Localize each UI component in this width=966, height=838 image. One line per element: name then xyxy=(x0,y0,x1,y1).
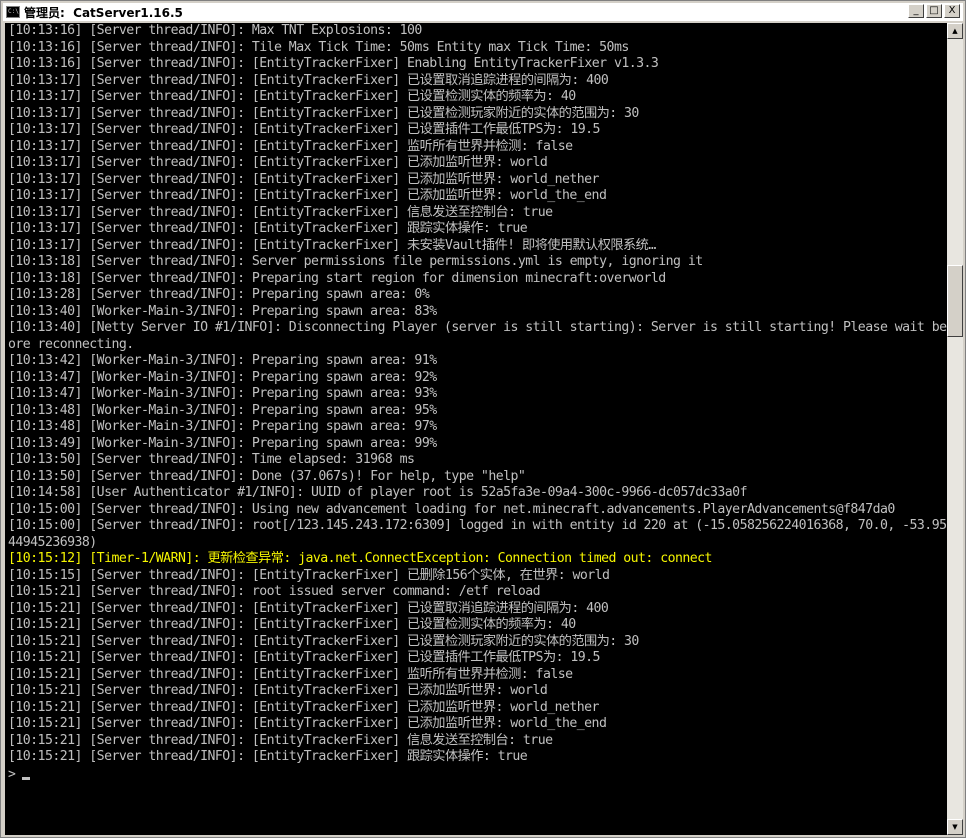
log-line: [10:13:17] [Server thread/INFO]: [Entity… xyxy=(8,221,528,236)
log-line: [10:13:47] [Worker-Main-3/INFO]: Prepari… xyxy=(8,386,437,401)
log-line: [10:15:00] [Server thread/INFO]: Using n… xyxy=(8,501,895,517)
close-button[interactable]: X xyxy=(944,4,960,18)
log-line: [10:13:17] [Server thread/INFO]: [Entity… xyxy=(8,105,639,121)
log-line: [10:15:21] [Server thread/INFO]: [Entity… xyxy=(8,666,573,682)
log-line: [10:13:18] [Server thread/INFO]: Server … xyxy=(8,254,703,269)
log-line: [10:15:21] [Server thread/INFO]: [Entity… xyxy=(8,749,528,764)
window-title: 管理员: CatServer1.16.5 xyxy=(24,5,183,20)
log-line-warning: [10:15:12] [Timer-1/WARN]: 更新检查异常: java.… xyxy=(8,551,712,566)
log-line: [10:15:00] [Server thread/INFO]: root[/1… xyxy=(8,518,947,533)
maximize-button[interactable]: □ xyxy=(926,4,942,18)
arrow-down-icon: ▼ xyxy=(952,823,958,831)
log-line: [10:15:21] [Server thread/INFO]: [Entity… xyxy=(8,683,548,698)
log-line: [10:13:18] [Server thread/INFO]: Prepari… xyxy=(8,270,666,286)
log-line: [10:13:16] [Server thread/INFO]: [Entity… xyxy=(8,56,659,71)
log-line: [10:13:17] [Server thread/INFO]: [Entity… xyxy=(8,204,553,220)
log-line: [10:15:21] [Server thread/INFO]: [Entity… xyxy=(8,699,600,715)
log-line: [10:15:21] [Server thread/INFO]: [Entity… xyxy=(8,633,639,649)
log-line: [10:13:17] [Server thread/INFO]: [Entity… xyxy=(8,237,656,253)
scroll-down-button[interactable]: ▼ xyxy=(947,819,963,835)
log-lines: [10:13:16] [Server thread/INFO]: Max TNT… xyxy=(5,23,947,766)
log-line: [10:13:48] [Worker-Main-3/INFO]: Prepari… xyxy=(8,402,437,418)
log-line: [10:13:16] [Server thread/INFO]: Max TNT… xyxy=(8,23,422,38)
log-line: [10:15:21] [Server thread/INFO]: [Entity… xyxy=(8,650,600,665)
log-line: [10:13:17] [Server thread/INFO]: [Entity… xyxy=(8,122,600,137)
log-line: [10:13:17] [Server thread/INFO]: [Entity… xyxy=(8,188,607,203)
log-line: [10:15:21] [Server thread/INFO]: [Entity… xyxy=(8,716,607,731)
log-line: [10:13:17] [Server thread/INFO]: [Entity… xyxy=(8,171,600,187)
log-line: [10:13:40] [Worker-Main-3/INFO]: Prepari… xyxy=(8,303,437,319)
log-line: [10:13:17] [Server thread/INFO]: [Entity… xyxy=(8,138,573,154)
console-output[interactable]: [10:13:16] [Server thread/INFO]: Max TNT… xyxy=(5,23,947,835)
log-line: [10:13:50] [Server thread/INFO]: Done (3… xyxy=(8,468,526,484)
log-line: [10:15:21] [Server thread/INFO]: [Entity… xyxy=(8,600,609,616)
arrow-up-icon: ▲ xyxy=(952,27,958,35)
log-line: [10:15:21] [Server thread/INFO]: [Entity… xyxy=(8,617,576,632)
scroll-up-button[interactable]: ▲ xyxy=(947,23,963,39)
window-controls: _ □ X xyxy=(908,4,960,18)
log-line: 44945236938) xyxy=(8,534,97,550)
console-app-icon[interactable] xyxy=(6,6,20,18)
log-line: [10:15:21] [Server thread/INFO]: [Entity… xyxy=(8,732,553,748)
log-line: [10:13:40] [Netty Server IO #1/INFO]: Di… xyxy=(8,320,947,335)
scrollbar-thumb[interactable] xyxy=(947,265,963,337)
log-line: [10:13:28] [Server thread/INFO]: Prepari… xyxy=(8,287,430,302)
log-line: [10:13:49] [Worker-Main-3/INFO]: Prepari… xyxy=(8,435,437,451)
log-line: [10:15:15] [Server thread/INFO]: [Entity… xyxy=(8,567,610,583)
vertical-scrollbar[interactable]: ▲ ▼ xyxy=(947,23,963,835)
log-line: [10:13:50] [Server thread/INFO]: Time el… xyxy=(8,452,415,467)
command-prompt[interactable]: > xyxy=(5,766,947,784)
text-cursor xyxy=(21,777,30,780)
log-line: ore reconnecting. xyxy=(8,336,134,352)
log-line: [10:13:47] [Worker-Main-3/INFO]: Prepari… xyxy=(8,369,437,385)
title-bar[interactable]: 管理员: CatServer1.16.5 _ □ X xyxy=(3,3,963,21)
minimize-button[interactable]: _ xyxy=(908,4,924,18)
log-line: [10:15:21] [Server thread/INFO]: root is… xyxy=(8,584,541,599)
log-line: [10:13:17] [Server thread/INFO]: [Entity… xyxy=(8,72,609,88)
log-line: [10:13:42] [Worker-Main-3/INFO]: Prepari… xyxy=(8,353,437,368)
log-line: [10:13:17] [Server thread/INFO]: [Entity… xyxy=(8,155,548,170)
console-window: 管理员: CatServer1.16.5 _ □ X [10:13:16] [S… xyxy=(0,0,966,838)
log-line: [10:13:17] [Server thread/INFO]: [Entity… xyxy=(8,89,576,104)
log-line: [10:13:48] [Worker-Main-3/INFO]: Prepari… xyxy=(8,419,437,434)
log-line: [10:14:58] [User Authenticator #1/INFO]:… xyxy=(8,485,748,500)
log-line: [10:13:16] [Server thread/INFO]: Tile Ma… xyxy=(8,39,629,55)
prompt-symbol: > xyxy=(8,766,16,782)
